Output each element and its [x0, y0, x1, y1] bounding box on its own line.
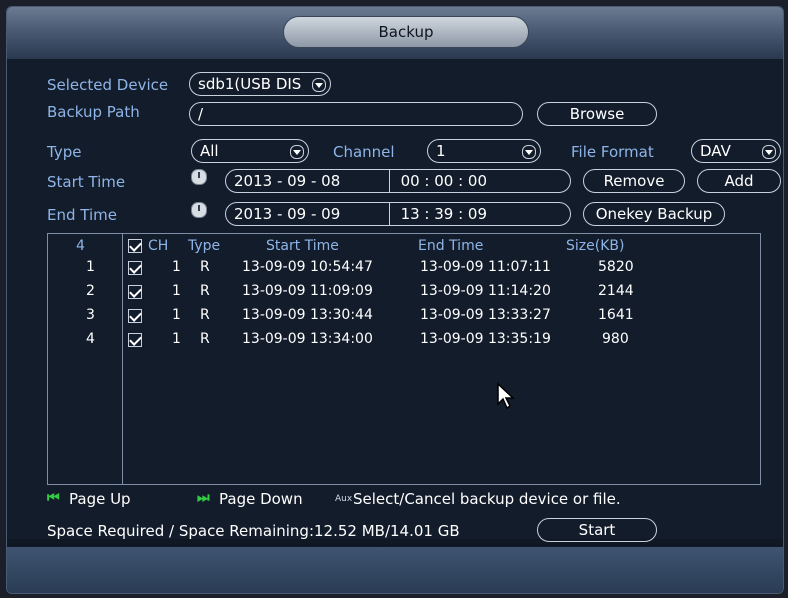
- start-button[interactable]: Start: [537, 518, 657, 542]
- table-row[interactable]: 3 1 R 13-09-09 13:30:44 13-09-09 13:33:2…: [48, 306, 760, 326]
- col-header-start-time: Start Time: [266, 238, 339, 254]
- chevron-down-icon: [522, 145, 536, 159]
- page-up-link[interactable]: Page Up: [69, 489, 131, 509]
- table-row[interactable]: 4 1 R 13-09-09 13:34:00 13-09-09 13:35:1…: [48, 330, 760, 350]
- chevron-down-icon: [762, 145, 776, 159]
- row-start-time: 13-09-09 13:30:44: [242, 307, 373, 323]
- end-date: 2013 - 09 - 09: [234, 205, 341, 223]
- row-checkbox[interactable]: [128, 333, 142, 347]
- start-time-label: Start Time: [47, 173, 126, 191]
- table-row[interactable]: 1 1 R 13-09-09 10:54:47 13-09-09 11:07:1…: [48, 258, 760, 278]
- footer-bar: [7, 547, 783, 593]
- file-format-label: File Format: [571, 143, 654, 161]
- file-format-select[interactable]: DAV: [691, 139, 781, 163]
- channel-label: Channel: [333, 143, 395, 161]
- end-clock: 13 : 39 : 09: [400, 205, 488, 223]
- start-date: 2013 - 09 - 08: [234, 172, 341, 190]
- row-channel: 1: [172, 307, 181, 323]
- row-size: 980: [602, 331, 629, 347]
- remove-button[interactable]: Remove: [583, 169, 685, 193]
- start-clock: 00 : 00 : 00: [400, 172, 488, 190]
- col-header-end-time: End Time: [418, 238, 484, 254]
- start-time-field[interactable]: 2013 - 09 - 08 00 : 00 : 00: [225, 169, 571, 193]
- mouse-pointer-icon: [497, 382, 515, 410]
- skip-back-icon[interactable]: ⏮: [47, 488, 60, 508]
- end-time-field[interactable]: 2013 - 09 - 09 13 : 39 : 09: [225, 202, 571, 226]
- row-checkbox[interactable]: [128, 309, 142, 323]
- selected-device-label: Selected Device: [47, 76, 169, 94]
- table-row[interactable]: 2 1 R 13-09-09 11:09:09 13-09-09 11:14:2…: [48, 282, 760, 302]
- row-end-time: 13-09-09 13:33:27: [420, 307, 551, 323]
- row-start-time: 13-09-09 11:09:09: [242, 283, 373, 299]
- row-number: 3: [86, 307, 95, 323]
- select-all-checkbox[interactable]: [128, 239, 142, 253]
- row-checkbox[interactable]: [128, 261, 142, 275]
- file-format-value: DAV: [700, 142, 731, 160]
- backup-path-label: Backup Path: [47, 103, 140, 121]
- row-checkbox[interactable]: [128, 285, 142, 299]
- row-number: 2: [86, 283, 95, 299]
- col-header-type: Type: [188, 238, 221, 254]
- window-title: Backup: [283, 16, 529, 48]
- row-type: R: [200, 331, 210, 347]
- selected-device-value: sdb1(USB DIS: [198, 75, 302, 93]
- row-channel: 1: [172, 283, 181, 299]
- chevron-down-icon: [312, 78, 326, 92]
- row-start-time: 13-09-09 10:54:47: [242, 259, 373, 275]
- row-number: 1: [86, 259, 95, 275]
- row-size: 2144: [598, 283, 634, 299]
- aux-hint-text: Select/Cancel backup device or file.: [353, 490, 621, 508]
- end-time-label: End Time: [47, 206, 117, 224]
- channel-value: 1: [436, 142, 446, 160]
- row-type: R: [200, 283, 210, 299]
- selected-device-select[interactable]: sdb1(USB DIS: [189, 72, 331, 96]
- type-select[interactable]: All: [191, 139, 309, 163]
- clock-icon[interactable]: [191, 169, 207, 185]
- channel-select[interactable]: 1: [427, 139, 541, 163]
- title-bar: Backup: [7, 7, 783, 59]
- field-divider: [388, 203, 390, 225]
- chevron-down-icon: [290, 145, 304, 159]
- field-divider: [388, 170, 390, 192]
- aux-key-icon: Aux: [335, 494, 353, 504]
- row-size: 5820: [598, 259, 634, 275]
- onekey-backup-button[interactable]: Onekey Backup: [583, 202, 725, 226]
- add-button[interactable]: Add: [697, 169, 781, 193]
- row-type: R: [200, 259, 210, 275]
- row-channel: 1: [172, 331, 181, 347]
- row-type: R: [200, 307, 210, 323]
- page-down-link[interactable]: Page Down: [219, 489, 303, 509]
- row-channel: 1: [172, 259, 181, 275]
- row-size: 1641: [598, 307, 634, 323]
- space-info: Space Required / Space Remaining:12.52 M…: [47, 522, 460, 540]
- clock-icon[interactable]: [191, 202, 207, 218]
- skip-forward-icon[interactable]: ⏭: [197, 488, 210, 508]
- row-end-time: 13-09-09 13:35:19: [420, 331, 551, 347]
- browse-button[interactable]: Browse: [537, 102, 657, 126]
- backup-path-input[interactable]: /: [189, 102, 523, 126]
- navigation-hints: ⏮ Page Up ⏭ Page Down Aux Select/Cancel …: [47, 488, 761, 510]
- type-value: All: [200, 142, 219, 160]
- backup-window: Backup Selected Device sdb1(USB DIS Back…: [6, 6, 784, 594]
- row-end-time: 13-09-09 11:14:20: [420, 283, 551, 299]
- col-header-size: Size(KB): [566, 238, 625, 254]
- file-count: 4: [76, 238, 85, 254]
- row-start-time: 13-09-09 13:34:00: [242, 331, 373, 347]
- col-header-ch: CH: [148, 238, 169, 254]
- row-number: 4: [86, 331, 95, 347]
- type-label: Type: [47, 143, 82, 161]
- backup-file-table: 4 CH Type Start Time End Time Size(KB) 1…: [47, 233, 761, 485]
- row-end-time: 13-09-09 11:07:11: [420, 259, 551, 275]
